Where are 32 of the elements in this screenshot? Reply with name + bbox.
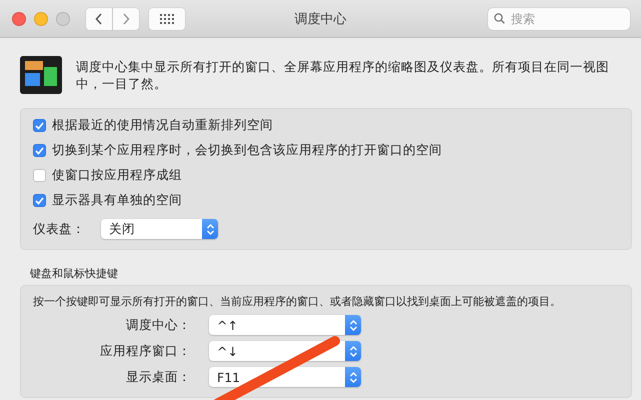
close-button[interactable] (12, 12, 26, 26)
checkbox[interactable] (33, 119, 46, 132)
search-input[interactable]: 搜索 (509, 10, 613, 26)
shortcut-label: 显示桌面： (125, 368, 191, 386)
option-label: 使窗口按应用程序成组 (52, 167, 182, 184)
stepper-icon (350, 320, 356, 330)
section-title: 键盘和鼠标快捷键 (30, 266, 119, 281)
checkbox[interactable] (33, 194, 46, 207)
shortcut-popup[interactable]: ^↑ (209, 315, 361, 335)
option-label: 切换到某个应用程序时，会切换到包含该应用程序的打开窗口的空间 (52, 142, 442, 159)
search-icon (494, 13, 505, 24)
back-chevron-icon (95, 12, 103, 24)
shortcut-label: 应用程序窗口： (99, 342, 191, 360)
dashboard-popup[interactable]: 关闭 (101, 219, 218, 239)
grid-button[interactable] (149, 8, 185, 30)
stepper-icon (350, 372, 356, 382)
dashboard-label: 仪表盘： (33, 220, 85, 238)
app-icon (20, 56, 62, 94)
checkbox[interactable] (33, 169, 46, 182)
shortcuts-description: 按一个按键即可显示所有打开的窗口、当前应用程序的窗口、或者隐藏窗口以找到桌面上可能被遮盖的项目。 (33, 294, 562, 309)
window-title: 调度中心 (294, 10, 346, 28)
option-label: 显示器具有单独的空间 (52, 192, 182, 209)
stepper-icon (350, 346, 356, 356)
shortcut-label: 调度中心： (125, 316, 191, 334)
grid-icon (160, 14, 174, 24)
checkbox[interactable] (33, 144, 46, 157)
option-label: 根据最近的使用情况自动重新排列空间 (52, 117, 273, 134)
description-text: 调度中心集中显示所有打开的窗口、全屏幕应用程序的缩略图及仪表盘。所有项目在同一视图中，一目了然。 (76, 58, 610, 92)
forward-chevron-icon (122, 12, 130, 24)
stepper-icon (206, 224, 214, 234)
back-button[interactable] (86, 8, 112, 30)
search-field[interactable]: 搜索 (488, 8, 630, 30)
